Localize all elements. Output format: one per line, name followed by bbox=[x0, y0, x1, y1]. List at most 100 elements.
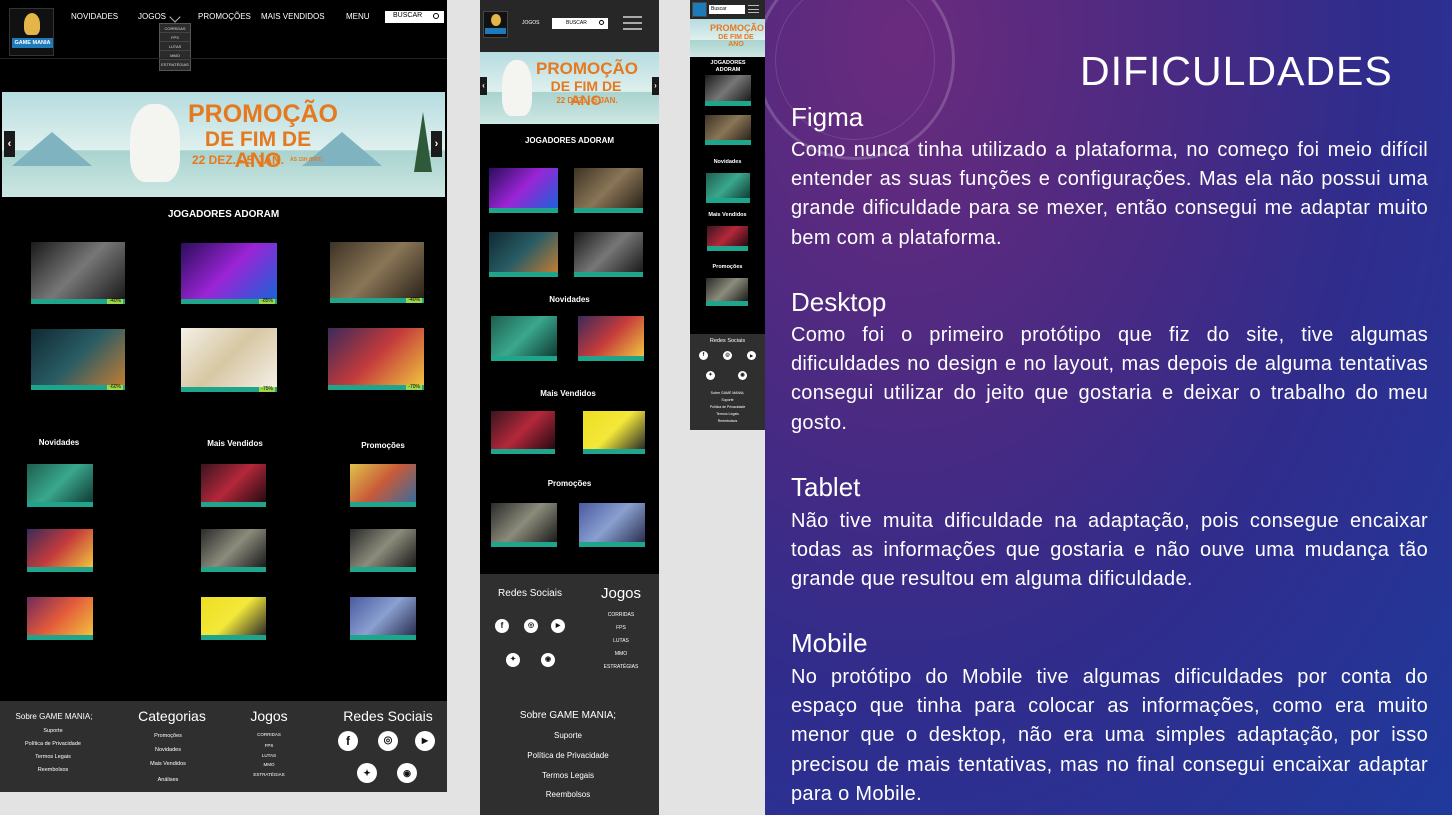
game-card[interactable] bbox=[350, 464, 416, 507]
footer-link[interactable]: Termos Legais bbox=[690, 412, 765, 416]
dropdown-item[interactable]: LUTAS bbox=[160, 42, 190, 51]
game-card[interactable]: -40% bbox=[330, 242, 424, 303]
hamburger-menu-icon[interactable] bbox=[623, 16, 642, 30]
tablet-banner[interactable]: PROMOÇÃO DE FIM DE ANO 22 DEZ. - 5 JAN. bbox=[480, 52, 659, 124]
game-card[interactable]: -60% bbox=[31, 329, 125, 390]
game-card[interactable] bbox=[27, 529, 93, 572]
mobile-logo[interactable] bbox=[692, 2, 707, 17]
search-icon bbox=[599, 20, 604, 25]
footer-link[interactable]: Suporte bbox=[480, 731, 656, 740]
game-card[interactable] bbox=[491, 411, 555, 454]
game-card[interactable] bbox=[491, 503, 557, 547]
youtube-icon[interactable]: ▶ bbox=[551, 619, 565, 633]
footer-link[interactable]: Termos Legais bbox=[480, 771, 656, 780]
tablet-logo[interactable] bbox=[483, 11, 508, 38]
game-card[interactable] bbox=[707, 226, 748, 251]
dropdown-item[interactable]: CORRIDAS bbox=[160, 24, 190, 33]
youtube-icon[interactable]: ▶ bbox=[747, 351, 756, 360]
instagram-icon[interactable]: ◎ bbox=[524, 619, 538, 633]
twitter-icon[interactable]: ✦ bbox=[706, 371, 715, 380]
desktop-logo[interactable]: GAME MANIA bbox=[9, 8, 54, 56]
footer-link[interactable]: Análises bbox=[128, 777, 208, 783]
footer-link[interactable]: Novidades bbox=[128, 747, 208, 753]
game-card[interactable] bbox=[27, 464, 93, 507]
twitter-icon[interactable]: ✦ bbox=[357, 763, 377, 783]
section-promocoes: Promoções bbox=[547, 479, 592, 488]
game-card[interactable] bbox=[705, 75, 751, 106]
game-card[interactable]: -40% bbox=[31, 242, 125, 304]
twitter-icon[interactable]: ✦ bbox=[506, 653, 520, 667]
footer-link[interactable]: Mais Vendidos bbox=[128, 761, 208, 767]
nav-jogos[interactable]: JOGOS bbox=[138, 12, 166, 21]
rss-icon[interactable]: ◉ bbox=[397, 763, 417, 783]
facebook-icon[interactable]: f bbox=[338, 731, 358, 751]
footer-link[interactable]: Política de Privacidade bbox=[0, 741, 106, 747]
dropdown-item[interactable]: ESTRATÉGIAS bbox=[160, 60, 190, 69]
footer-link[interactable]: Suporte bbox=[690, 398, 765, 402]
footer-link[interactable]: LUTAS bbox=[241, 753, 297, 758]
game-card[interactable] bbox=[583, 411, 645, 454]
footer-link[interactable]: ESTRATÉGIAS bbox=[241, 772, 297, 777]
game-card[interactable] bbox=[350, 529, 416, 572]
footer-link[interactable]: Suporte bbox=[0, 728, 106, 734]
game-card[interactable]: -75% bbox=[181, 328, 277, 392]
footer-link[interactable]: MMO bbox=[592, 651, 650, 657]
game-card[interactable] bbox=[578, 316, 644, 361]
footer-link[interactable]: Política de Privacidade bbox=[480, 751, 656, 760]
game-card[interactable] bbox=[705, 115, 751, 145]
game-card[interactable] bbox=[201, 597, 266, 640]
footer-link[interactable]: CORRIDAS bbox=[592, 612, 650, 618]
footer-link[interactable]: FPS bbox=[592, 625, 650, 631]
mobile-search[interactable]: Buscar bbox=[709, 5, 745, 14]
search-box[interactable]: BUSCAR bbox=[385, 11, 444, 23]
footer-link[interactable]: Sobre GAME MANIA; bbox=[690, 391, 765, 395]
chevron-right-icon[interactable]: › bbox=[431, 131, 442, 157]
instagram-icon[interactable]: ◎ bbox=[378, 731, 398, 751]
game-card[interactable] bbox=[574, 168, 643, 213]
game-card[interactable] bbox=[706, 173, 750, 203]
instagram-icon[interactable]: ◎ bbox=[723, 351, 732, 360]
footer-link[interactable]: Promoções bbox=[128, 733, 208, 739]
hamburger-menu-icon[interactable] bbox=[748, 5, 759, 13]
game-card[interactable] bbox=[489, 168, 558, 213]
game-card[interactable]: -70% bbox=[328, 328, 424, 390]
game-card[interactable]: -85% bbox=[181, 243, 277, 304]
tablet-nav-jogos[interactable]: JOGOS bbox=[522, 20, 540, 26]
game-card[interactable] bbox=[706, 278, 748, 306]
footer-link[interactable]: ESTRATÉGIAS bbox=[592, 664, 650, 670]
mobile-banner[interactable]: PROMOÇÃO DE FIM DE ANO bbox=[690, 19, 765, 57]
desktop-footer: Sobre GAME MANIA; Suporte Política de Pr… bbox=[0, 701, 447, 792]
game-card[interactable] bbox=[27, 597, 93, 640]
footer-link[interactable]: CORRIDAS bbox=[241, 732, 297, 737]
footer-link[interactable]: Reembolsos bbox=[690, 419, 765, 423]
footer-link[interactable]: Reembolsos bbox=[480, 790, 656, 799]
dropdown-item[interactable]: FPS bbox=[160, 33, 190, 42]
chevron-left-icon[interactable]: ‹ bbox=[480, 77, 487, 95]
chevron-left-icon[interactable]: ‹ bbox=[4, 131, 15, 157]
nav-mais-vendidos[interactable]: MAIS VENDIDOS bbox=[261, 12, 325, 21]
game-card[interactable] bbox=[574, 232, 643, 277]
footer-link[interactable]: Política de Privacidade bbox=[690, 405, 765, 409]
footer-link[interactable]: Termos Legais bbox=[0, 754, 106, 760]
facebook-icon[interactable]: f bbox=[495, 619, 509, 633]
game-card[interactable] bbox=[201, 529, 266, 572]
game-card[interactable] bbox=[201, 464, 266, 507]
nav-promocoes[interactable]: PROMOÇÕES bbox=[198, 12, 251, 21]
footer-link[interactable]: LUTAS bbox=[592, 638, 650, 644]
chevron-right-icon[interactable]: › bbox=[652, 77, 659, 95]
nav-novidades[interactable]: NOVIDADES bbox=[71, 12, 118, 21]
facebook-icon[interactable]: f bbox=[699, 351, 708, 360]
rss-icon[interactable]: ◉ bbox=[541, 653, 555, 667]
youtube-icon[interactable]: ▶ bbox=[415, 731, 435, 751]
footer-link[interactable]: MMO bbox=[241, 762, 297, 767]
footer-link[interactable]: Reembolsos bbox=[0, 767, 106, 773]
rss-icon[interactable]: ◉ bbox=[738, 371, 747, 380]
game-card[interactable] bbox=[489, 232, 558, 277]
game-card[interactable] bbox=[350, 597, 416, 640]
tablet-search[interactable]: BUSCAR bbox=[552, 18, 608, 29]
footer-link[interactable]: FPS bbox=[241, 743, 297, 748]
nav-menu[interactable]: MENU bbox=[346, 12, 370, 21]
game-card[interactable] bbox=[491, 316, 557, 361]
game-card[interactable] bbox=[579, 503, 645, 547]
promo-banner[interactable]: PROMOÇÃO DE FIM DE ANO 22 DEZ. - 5 JAN. … bbox=[2, 92, 445, 197]
